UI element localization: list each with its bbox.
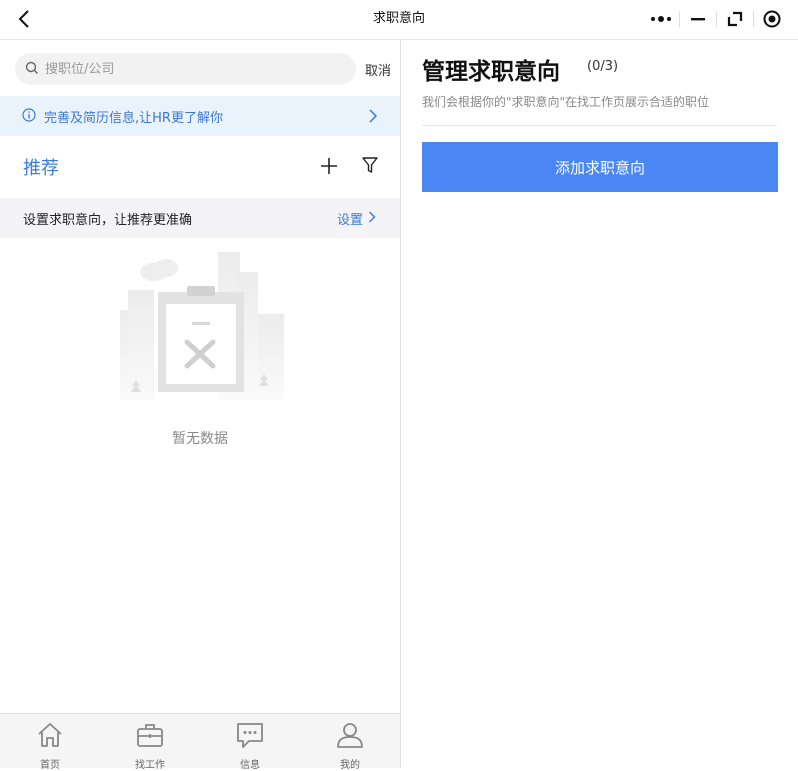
minimize-icon[interactable] bbox=[680, 5, 716, 33]
chevron-right-icon bbox=[368, 108, 378, 127]
tip-text: 设置求职意向，让推荐更准确 bbox=[23, 213, 193, 228]
home-icon bbox=[35, 720, 65, 754]
set-intention-link[interactable]: 设置 bbox=[337, 209, 376, 228]
intention-count: (0/3) bbox=[587, 59, 619, 74]
chevron-right-icon bbox=[368, 211, 376, 227]
search-box[interactable] bbox=[15, 53, 356, 85]
message-icon bbox=[235, 720, 265, 754]
intention-tip-bar: 设置求职意向，让推荐更准确 设置 bbox=[0, 198, 400, 238]
manage-title: 管理求职意向 bbox=[422, 59, 560, 85]
set-label: 设置 bbox=[336, 213, 363, 228]
right-panel: 管理求职意向 (0/3) 我们会根据你的"求职意向"在找工作页展示合适的职位 添… bbox=[401, 40, 798, 768]
window-capsule bbox=[643, 5, 790, 33]
tab-messages[interactable]: 信息 bbox=[200, 714, 300, 771]
user-icon bbox=[335, 720, 365, 754]
manage-description: 我们会根据你的"求职意向"在找工作页展示合适的职位 bbox=[422, 95, 710, 109]
tab-label: 我的 bbox=[340, 760, 360, 771]
divider bbox=[422, 125, 777, 126]
tab-label: 找工作 bbox=[135, 760, 165, 771]
more-icon[interactable] bbox=[643, 5, 679, 33]
notice-text: 完善及简历信息,让HR更了解你 bbox=[44, 110, 223, 126]
add-intention-button[interactable]: 添加求职意向 bbox=[422, 142, 778, 192]
profile-notice[interactable]: 完善及简历信息,让HR更了解你 bbox=[0, 96, 400, 136]
left-panel: 取消 完善及简历信息,让HR更了解你 推荐 设置求职意向，让推荐更准确 设置 bbox=[0, 40, 401, 771]
search-input[interactable] bbox=[45, 61, 325, 77]
info-icon bbox=[22, 107, 36, 126]
tab-home[interactable]: 首页 bbox=[0, 714, 100, 771]
restore-icon[interactable] bbox=[717, 5, 753, 33]
search-icon bbox=[25, 60, 39, 79]
tab-label: 信息 bbox=[240, 760, 260, 771]
tab-find-job[interactable]: 找工作 bbox=[100, 714, 200, 771]
empty-state-text: 暂无数据 bbox=[172, 431, 228, 447]
navbar: 求职意向 bbox=[0, 0, 798, 40]
cancel-button[interactable]: 取消 bbox=[365, 60, 391, 79]
empty-state-illustration bbox=[114, 250, 290, 410]
briefcase-icon bbox=[135, 720, 165, 754]
recommend-title: 推荐 bbox=[23, 158, 59, 179]
bottom-tab-bar: 首页 找工作 信息 我的 bbox=[0, 713, 400, 771]
tab-label: 首页 bbox=[40, 760, 60, 771]
tab-mine[interactable]: 我的 bbox=[300, 714, 400, 771]
add-icon[interactable] bbox=[319, 156, 339, 176]
close-target-icon[interactable] bbox=[754, 5, 790, 33]
filter-icon[interactable] bbox=[361, 155, 379, 175]
recommend-header: 推荐 bbox=[0, 136, 400, 198]
search-row: 取消 bbox=[0, 40, 400, 96]
